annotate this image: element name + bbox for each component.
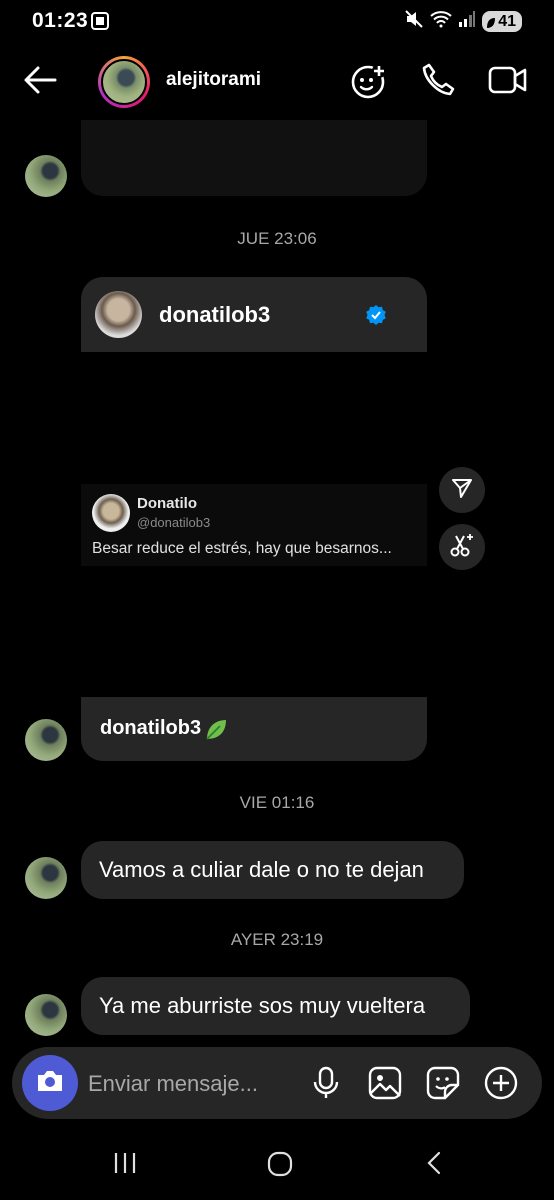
camera-button[interactable] <box>22 1055 78 1111</box>
message-bubble[interactable]: Ya me aburriste sos muy vueltera <box>81 977 470 1035</box>
chat-header: alejitorami <box>0 44 554 120</box>
media-message-bubble[interactable] <box>81 120 427 196</box>
shared-profile-name: donatilob3 <box>159 302 271 327</box>
tweet-author-name: Donatilo <box>137 495 197 512</box>
share-button[interactable] <box>439 467 485 513</box>
sparkle-scissors-icon <box>449 532 475 563</box>
tweet-text: Besar reduce el estrés, hay que besarnos… <box>92 540 392 557</box>
system-nav-bar <box>0 1130 554 1200</box>
tweet-author-handle: @donatilob3 <box>137 515 211 530</box>
header-avatar[interactable] <box>98 56 150 108</box>
shared-profile-card[interactable]: donatilob3 <box>81 277 427 352</box>
status-bar: 01:23 41 <box>0 0 554 44</box>
sender-avatar[interactable] <box>25 994 67 1036</box>
send-icon <box>450 476 474 505</box>
microphone-icon[interactable] <box>312 1066 340 1105</box>
video-call-icon[interactable] <box>488 62 528 103</box>
phone-call-icon[interactable] <box>420 62 456 103</box>
mute-icon <box>404 9 424 34</box>
tweet-preview: Donatilo @donatilob3 Besar reduce el est… <box>81 484 427 566</box>
shared-post-media[interactable]: Donatilo @donatilob3 Besar reduce el est… <box>81 352 427 697</box>
battery-indicator: 41 <box>482 11 522 32</box>
battery-level: 41 <box>498 13 516 30</box>
sender-avatar[interactable] <box>25 857 67 899</box>
gallery-icon[interactable] <box>368 1066 402 1105</box>
message-bubble[interactable]: Vamos a culiar dale o no te dejan <box>81 841 464 899</box>
home-icon[interactable] <box>266 1150 294 1183</box>
wifi-icon <box>430 10 452 33</box>
timestamp: JUE 23:06 <box>237 229 317 248</box>
timestamp: AYER 23:19 <box>230 930 324 949</box>
sticker-effects-icon[interactable] <box>350 62 388 105</box>
back-nav-icon[interactable] <box>424 1150 444 1181</box>
verified-badge-icon <box>366 305 386 330</box>
add-icon[interactable] <box>484 1066 518 1105</box>
remix-button[interactable] <box>439 524 485 570</box>
sticker-icon[interactable] <box>426 1066 460 1105</box>
post-caption-card[interactable]: donatilob3 <box>81 697 427 761</box>
tweet-avatar <box>92 494 130 532</box>
camera-icon <box>35 1068 65 1099</box>
leaf-emoji-icon <box>203 717 229 748</box>
recent-apps-icon[interactable] <box>112 1150 138 1181</box>
timestamp: VIE 01:16 <box>239 793 315 812</box>
screen-record-icon <box>90 10 110 37</box>
message-text: Vamos a culiar dale o no te dejan <box>99 857 424 882</box>
message-input[interactable]: Enviar mensaje... <box>88 1071 258 1097</box>
header-username[interactable]: alejitorami <box>166 69 261 91</box>
leaf-icon <box>486 15 496 34</box>
shared-profile-avatar <box>95 291 142 338</box>
signal-icon <box>458 10 476 33</box>
sender-avatar[interactable] <box>25 155 67 197</box>
back-arrow-icon[interactable] <box>22 62 58 103</box>
post-caption-username: donatilob3 <box>100 717 202 739</box>
message-text: Ya me aburriste sos muy vueltera <box>99 993 426 1018</box>
message-composer: Enviar mensaje... <box>12 1047 542 1119</box>
status-time: 01:23 <box>32 9 89 32</box>
sender-avatar[interactable] <box>25 719 67 761</box>
